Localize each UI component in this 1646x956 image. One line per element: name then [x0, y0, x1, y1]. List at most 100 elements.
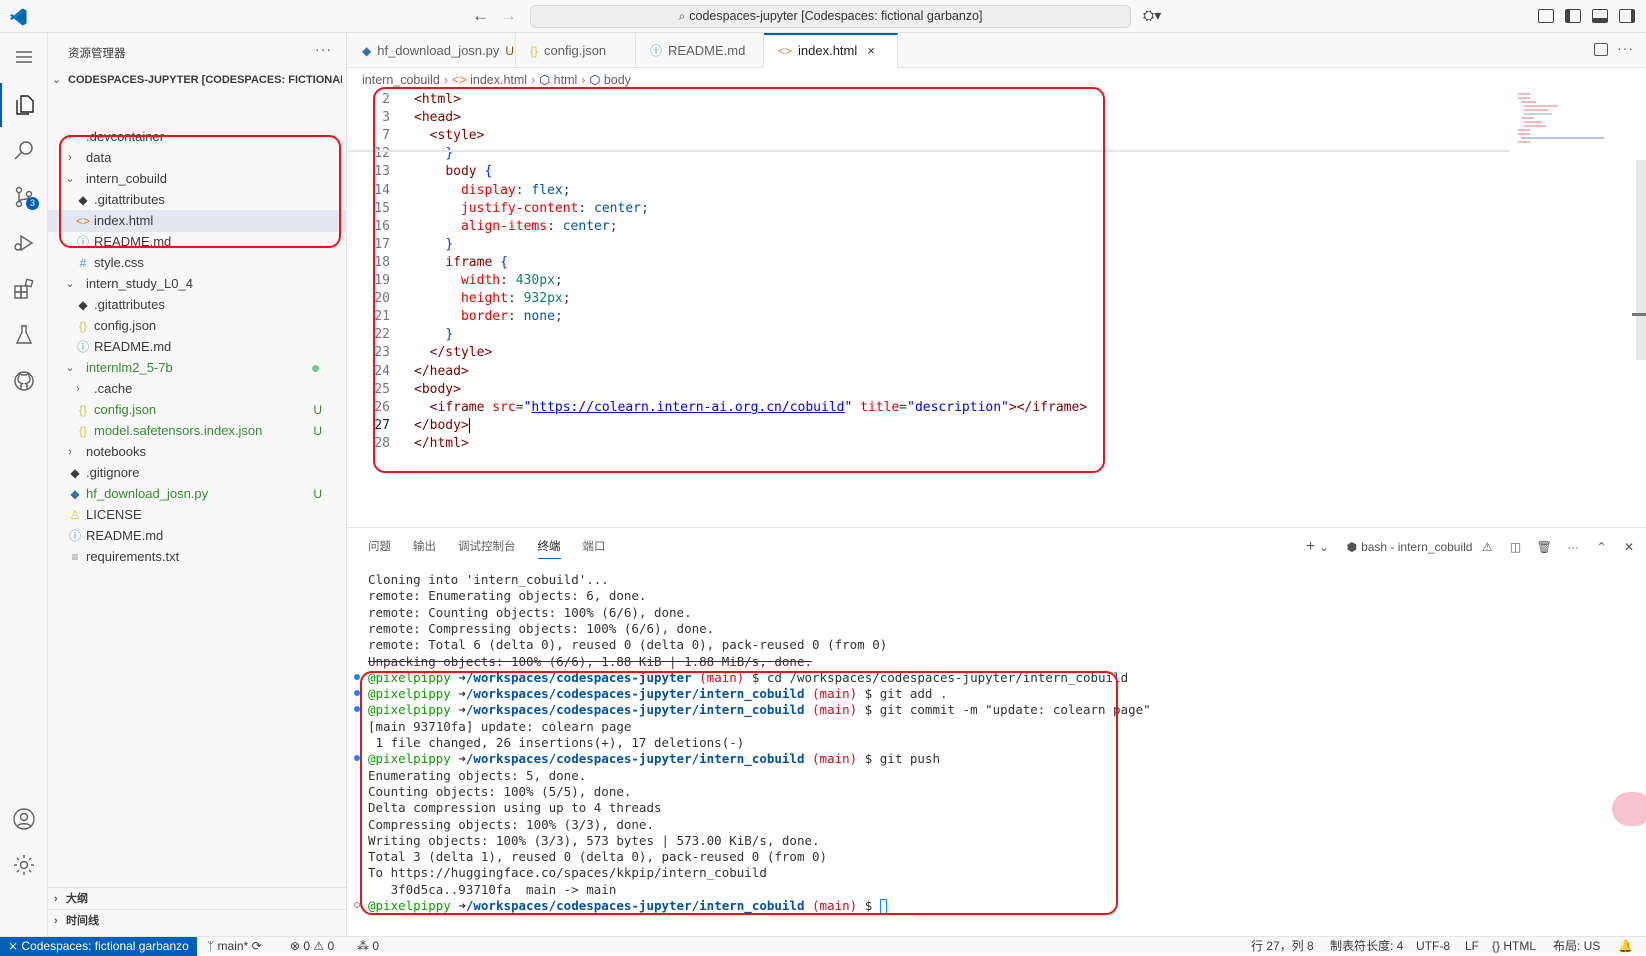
- terminal-dropdown-icon[interactable]: ⌄: [1319, 540, 1329, 554]
- json-file-icon: {}: [530, 44, 539, 58]
- chevron-right-icon: ›: [68, 131, 72, 143]
- forward-arrow-icon[interactable]: →: [500, 6, 517, 26]
- tree-item-label: hf_download_josn.py: [86, 486, 209, 501]
- code-line: 21 border: none;: [348, 307, 1508, 326]
- tree-file[interactable]: ◆ hf_download_josn.py U: [48, 483, 346, 505]
- code-text: body {: [445, 164, 493, 180]
- source-control-icon[interactable]: 3: [0, 175, 48, 219]
- code-editor[interactable]: 2 <html> 3 <head> 7 <style> 12 } 13 body {14 d…: [348, 90, 1646, 527]
- breadcrumb-item[interactable]: intern_cobuild: [362, 73, 440, 87]
- github-icon[interactable]: [0, 359, 48, 403]
- tab-index-html[interactable]: <> index.html ×: [764, 33, 898, 68]
- keyboard-layout[interactable]: 布局: US: [1553, 937, 1600, 955]
- breadcrumb-item[interactable]: index.html: [470, 73, 527, 87]
- tree-file[interactable]: ⓘ README.md: [48, 525, 346, 547]
- run-debug-icon[interactable]: [0, 221, 48, 265]
- vscode-logo-icon: [10, 8, 27, 26]
- tab-hf-download-josn-py[interactable]: ◆ hf_download_josn.py U: [348, 33, 516, 68]
- editor-scrollbar[interactable]: [1636, 160, 1646, 360]
- more-actions-icon[interactable]: ···: [1617, 40, 1634, 56]
- notifications-bell-icon[interactable]: 🔔: [1618, 937, 1633, 955]
- cursor-position[interactable]: 行 27，列 8: [1251, 937, 1314, 955]
- menu-icon[interactable]: [0, 35, 48, 79]
- encoding[interactable]: UTF-8: [1416, 937, 1450, 955]
- tree-folder[interactable]: ⌄ intern_cobuild: [48, 168, 346, 190]
- panel-tab[interactable]: 终端: [537, 536, 561, 559]
- line-number: 16: [374, 218, 390, 234]
- extensions-icon[interactable]: [0, 267, 48, 311]
- trash-icon[interactable]: 🗑: [1537, 540, 1552, 554]
- branch-indicator[interactable]: ᛘ main* ⟳: [207, 937, 262, 955]
- more-actions-icon[interactable]: ···: [1567, 540, 1579, 554]
- tree-file[interactable]: ⓘ README.md: [48, 336, 346, 358]
- tab-size[interactable]: 制表符长度: 4: [1330, 937, 1403, 955]
- back-arrow-icon[interactable]: ←: [472, 6, 489, 26]
- split-terminal-icon[interactable]: ◫: [1510, 540, 1521, 554]
- language-mode[interactable]: {} HTML: [1492, 937, 1536, 955]
- tree-file[interactable]: # style.css: [48, 252, 346, 274]
- close-panel-icon[interactable]: ✕: [1624, 540, 1634, 554]
- tree-folder[interactable]: › .cache: [48, 378, 346, 400]
- maximize-panel-icon[interactable]: ⌃: [1597, 540, 1607, 554]
- tree-folder[interactable]: ⌄ intern_study_L0_4: [48, 273, 346, 295]
- terminal-line: 3f0d5ca..93710fa main -> main: [368, 881, 617, 897]
- tree-file[interactable]: ⓘ README.md: [48, 231, 346, 253]
- terminal-line: remote: Counting objects: 100% (6/6), do…: [368, 604, 692, 620]
- tree-file[interactable]: <> index.html: [48, 210, 346, 232]
- tree-folder[interactable]: › .devcontainer: [48, 126, 346, 148]
- search-icon[interactable]: [0, 129, 48, 173]
- more-actions-icon[interactable]: ···: [315, 41, 332, 57]
- toggle-primary-sidebar-icon[interactable]: [1565, 9, 1581, 23]
- copilot-icon[interactable]: ⛭▾: [1143, 7, 1161, 24]
- ports-indicator[interactable]: ⁂ 0: [357, 937, 379, 955]
- code-line: 3 <head>: [348, 108, 1508, 127]
- settings-gear-icon[interactable]: [0, 843, 48, 887]
- toggle-secondary-sidebar-icon[interactable]: [1619, 9, 1635, 23]
- tree-item-label: requirements.txt: [86, 549, 180, 564]
- remote-indicator[interactable]: ⨯ Codespaces: fictional garbanzo: [0, 937, 197, 956]
- toggle-panel-icon[interactable]: [1592, 9, 1608, 23]
- terminal-name[interactable]: bash - intern_cobuild: [1361, 540, 1472, 554]
- minimap[interactable]: [1518, 92, 1608, 152]
- workspace-root-folder[interactable]: ⌄ CODESPACES-JUPYTER [CODESPACES: FICTION…: [52, 69, 342, 91]
- problems-indicator[interactable]: ⊗ 0 ⚠ 0: [290, 937, 334, 955]
- new-terminal-icon[interactable]: +: [1306, 538, 1315, 555]
- panel-tab[interactable]: 调试控制台: [458, 536, 516, 558]
- tree-folder[interactable]: › data: [48, 147, 346, 169]
- tree-file[interactable]: ◆ .gitattributes: [48, 189, 346, 211]
- explorer-sidebar: 资源管理器 ··· ⌄ CODESPACES-JUPYTER [CODESPACE…: [48, 33, 347, 936]
- line-number: 22: [374, 327, 390, 343]
- tree-folder[interactable]: ⌄ internlm2_5-7b: [48, 357, 346, 379]
- tree-file[interactable]: ◆ .gitignore: [48, 462, 346, 484]
- tree-file[interactable]: {} model.safetensors.index.json U: [48, 420, 346, 442]
- floating-assistant-widget[interactable]: [1612, 792, 1646, 826]
- tree-file[interactable]: {} config.json U: [48, 399, 346, 421]
- line-number: 17: [374, 236, 390, 252]
- terminal[interactable]: Cloning into 'intern_cobuild'... remote: …: [348, 571, 1646, 937]
- info-file-icon: ⓘ: [650, 44, 663, 58]
- explorer-icon[interactable]: [0, 83, 48, 127]
- account-icon[interactable]: [0, 797, 48, 841]
- panel-tab[interactable]: 端口: [583, 536, 606, 558]
- code-text: }: [445, 327, 454, 343]
- command-center-search[interactable]: ⌕ codespaces-jupyter [Codespaces: fiction…: [530, 5, 1131, 28]
- timeline-section-header[interactable]: › 时间线: [48, 909, 347, 931]
- breadcrumb-item[interactable]: body: [604, 73, 631, 87]
- testing-icon[interactable]: [0, 313, 48, 357]
- outline-section-header[interactable]: › 大纲: [48, 887, 347, 909]
- tab-config-json[interactable]: {} config.json: [516, 33, 636, 68]
- close-tab-icon[interactable]: ×: [867, 43, 875, 58]
- tree-file[interactable]: ♙ LICENSE: [48, 504, 346, 526]
- split-editor-icon[interactable]: [1594, 43, 1608, 56]
- tree-file[interactable]: ≡ requirements.txt: [48, 546, 346, 568]
- tree-file[interactable]: {} config.json: [48, 315, 346, 337]
- panel-tab[interactable]: 问题: [368, 536, 391, 558]
- breadcrumb-item[interactable]: html: [554, 73, 578, 87]
- tab-readme-md[interactable]: ⓘ README.md: [636, 33, 764, 68]
- end-of-line[interactable]: LF: [1465, 937, 1479, 955]
- panel-tab[interactable]: 输出: [413, 536, 436, 558]
- tree-folder[interactable]: › notebooks: [48, 441, 346, 463]
- customize-layout-icon[interactable]: [1538, 9, 1554, 23]
- code-text: height: 932px;: [460, 291, 571, 307]
- tree-file[interactable]: ◆ .gitattributes: [48, 294, 346, 316]
